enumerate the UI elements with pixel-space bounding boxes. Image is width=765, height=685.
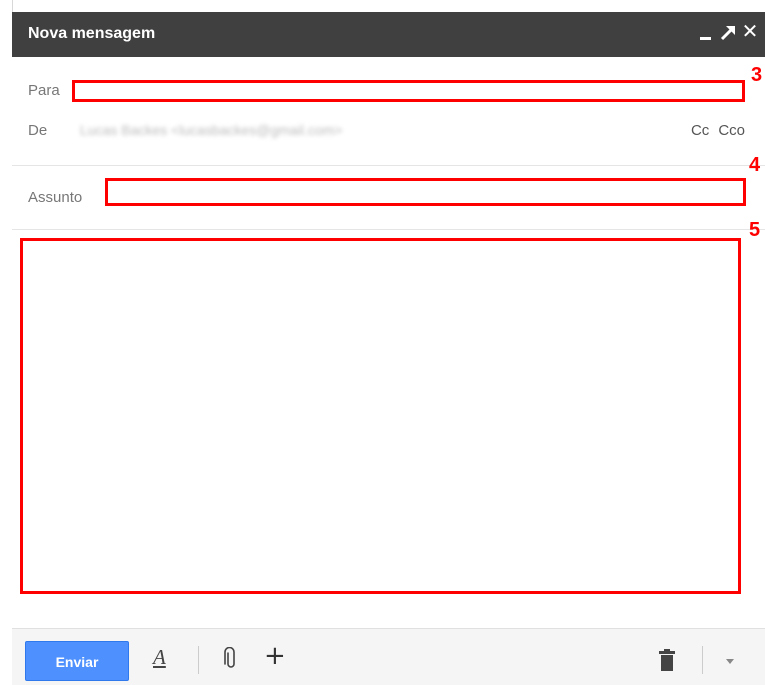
bcc-link[interactable]: Cco xyxy=(718,122,745,139)
to-label: Para xyxy=(28,82,60,99)
cc-link[interactable]: Cc xyxy=(691,122,709,139)
dialog-title: Nova mensagem xyxy=(28,25,156,42)
divider xyxy=(12,165,765,166)
compose-footer: Enviar A + xyxy=(12,628,765,685)
from-value[interactable]: Lucas Backes <lucasbackes@gmail.com> xyxy=(80,122,342,138)
toolbar-separator xyxy=(198,646,199,674)
chevron-down-icon[interactable] xyxy=(726,659,734,664)
popout-icon[interactable] xyxy=(719,20,737,44)
message-body[interactable] xyxy=(20,238,741,594)
toolbar-separator xyxy=(702,646,703,674)
subject-input[interactable] xyxy=(105,178,746,206)
paperclip-icon[interactable] xyxy=(224,646,238,676)
annotation-4: 4 xyxy=(749,154,761,176)
divider xyxy=(12,229,765,230)
trash-icon[interactable] xyxy=(658,649,676,676)
minimize-icon[interactable] xyxy=(697,20,715,44)
compose-titlebar[interactable]: Nova mensagem ✕ xyxy=(12,12,765,57)
compose-dialog: Nova mensagem ✕ Para 3 De Lucas Backes <… xyxy=(12,12,765,685)
to-input[interactable] xyxy=(72,80,745,102)
close-icon[interactable]: ✕ xyxy=(741,20,759,44)
annotation-5: 5 xyxy=(749,219,761,241)
text-formatting-icon[interactable]: A xyxy=(153,645,166,670)
from-label: De xyxy=(28,122,48,139)
subject-label: Assunto xyxy=(28,189,83,206)
plus-icon[interactable]: + xyxy=(264,641,286,671)
annotation-3: 3 xyxy=(751,64,763,86)
send-button[interactable]: Enviar xyxy=(25,641,129,681)
